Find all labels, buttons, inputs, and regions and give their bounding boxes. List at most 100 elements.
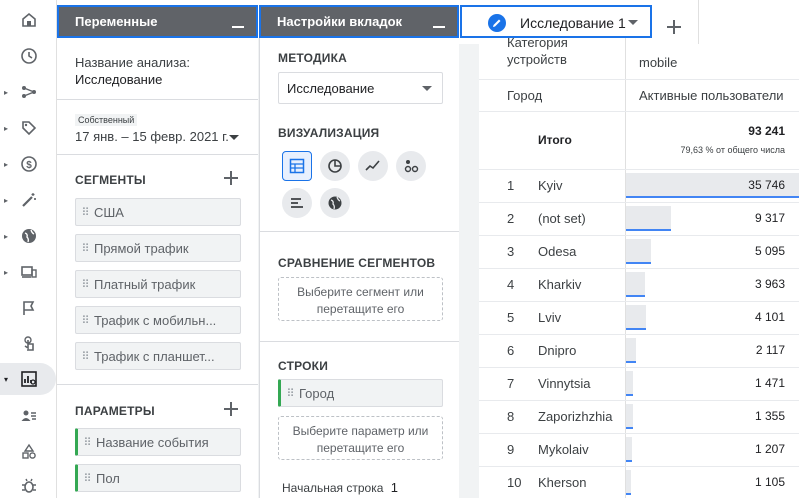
segment-drop-zone[interactable]: Выберите сегмент или перетащите его (278, 277, 443, 321)
segment-chip[interactable]: ⠿ Трафик с планшет... (75, 342, 241, 370)
city-cell: Kharkiv (538, 277, 582, 292)
rail-acquisition[interactable]: ▸ (0, 76, 57, 108)
variables-panel: Название анализа: Исследование Собственн… (57, 38, 258, 498)
drag-handle-icon[interactable]: ⠿ (281, 387, 299, 400)
segment-chip[interactable]: ⠿ США (75, 198, 241, 226)
scatter-viz-button[interactable] (396, 151, 426, 181)
divider (260, 341, 459, 342)
drag-handle-icon[interactable]: ⠿ (76, 350, 94, 363)
rail-tech[interactable]: ▸ (0, 256, 57, 288)
table-row[interactable]: 4 Kharkiv 3 963 (479, 269, 799, 302)
drag-handle-icon[interactable]: ⠿ (76, 314, 94, 327)
table-viz-button[interactable] (282, 151, 312, 181)
svg-text:$: $ (26, 160, 32, 171)
expand-caret-icon: ▸ (3, 87, 8, 97)
globe-icon (328, 196, 342, 210)
drag-handle-icon[interactable]: ⠿ (78, 436, 96, 449)
drag-handle-icon[interactable]: ⠿ (76, 206, 94, 219)
drag-handle-icon[interactable]: ⠿ (76, 278, 94, 291)
rail-demographics[interactable]: ▸ (0, 220, 57, 252)
variables-panel-header[interactable]: Переменные (57, 5, 258, 38)
rail-monetization[interactable]: ▸ $ (0, 148, 57, 180)
variables-panel-title: Переменные (75, 14, 158, 29)
rail-retention[interactable]: ▸ (0, 184, 57, 216)
start-row-input[interactable]: 1 (391, 480, 398, 495)
geo-map-viz-button[interactable] (320, 188, 350, 218)
rail-events[interactable] (0, 292, 57, 324)
bar-chart-viz-button[interactable] (282, 188, 312, 218)
line-chart-viz-button[interactable] (358, 151, 388, 181)
value-bar (626, 437, 632, 462)
minimize-icon[interactable] (433, 26, 445, 28)
row-number: 10 (507, 475, 522, 490)
table-row[interactable]: 10 Kherson 1 105 (479, 467, 799, 498)
active-users-column-header[interactable]: Активные пользователи (639, 88, 784, 103)
value-bar (626, 272, 645, 297)
value-bar-underline (626, 262, 651, 264)
segment-label: США (94, 204, 124, 220)
expand-caret-icon: ▸ (3, 159, 8, 169)
tab-settings-panel-header[interactable]: Настройки вкладок (259, 5, 459, 38)
segment-chip[interactable]: ⠿ Прямой трафик (75, 234, 241, 262)
method-select[interactable]: Исследование (278, 72, 443, 104)
expand-caret-icon: ▸ (3, 195, 8, 205)
rail-audiences[interactable] (0, 400, 57, 432)
donut-viz-button[interactable] (320, 151, 350, 181)
segment-chip[interactable]: ⠿ Трафик с мобильн... (75, 306, 241, 334)
rail-reports-snapshot[interactable] (0, 40, 57, 72)
value-bar-underline (626, 328, 646, 330)
minimize-icon[interactable] (232, 26, 244, 28)
table-row[interactable]: 5 Lviv 4 101 (479, 302, 799, 335)
rail-debug[interactable] (0, 470, 57, 498)
value-bar (626, 470, 631, 495)
analysis-name-input[interactable]: Исследование (75, 72, 162, 87)
table-row[interactable]: 6 Dnipro 2 117 (479, 335, 799, 368)
tab-settings-panel-title: Настройки вкладок (277, 14, 403, 29)
add-parameter-plus-icon[interactable] (224, 402, 238, 416)
rail-configure[interactable] (0, 436, 57, 468)
flow-icon (22, 86, 36, 98)
dollar-icon: $ (21, 156, 37, 172)
drag-handle-icon[interactable]: ⠿ (78, 472, 96, 485)
start-row-label: Начальная строка 1 (282, 480, 398, 495)
table-row[interactable]: 9 Mykolaiv 1 207 (479, 434, 799, 467)
date-range-picker[interactable]: 17 янв. – 15 февр. 2021 г. (75, 129, 245, 144)
segment-chip[interactable]: ⠿ Платный трафик (75, 270, 241, 298)
free-form-table: Категория устройств mobile Город Активны… (479, 38, 799, 498)
table-row[interactable]: 3 Odesa 5 095 (479, 236, 799, 269)
add-segment-plus-icon[interactable] (224, 171, 238, 185)
row-drop-zone[interactable]: Выберите параметр или перетащите его (278, 416, 443, 460)
city-cell: Kyiv (538, 178, 563, 193)
rail-engagement[interactable]: ▸ (0, 112, 57, 144)
line-chart-icon (365, 160, 380, 171)
table-row[interactable]: 7 Vinnytsia 1 471 (479, 368, 799, 401)
parameter-chip[interactable]: ⠿ Пол (75, 464, 241, 492)
dropdown-arrow-icon (422, 86, 432, 91)
add-tab-plus-icon[interactable] (667, 20, 681, 34)
expand-caret-icon: ▸ (3, 231, 8, 241)
city-column-header[interactable]: Город (507, 88, 542, 103)
row-dimension-label: Город (299, 385, 335, 401)
rail-home[interactable] (0, 4, 57, 36)
expand-caret-icon: ▾ (3, 374, 8, 384)
dropdown-arrow-icon (229, 135, 239, 140)
city-cell: Mykolaiv (538, 442, 589, 457)
parameter-chip[interactable]: ⠿ Название события (75, 428, 241, 456)
drag-handle-icon[interactable]: ⠿ (76, 242, 94, 255)
expand-caret-icon: ▸ (3, 267, 8, 277)
rail-explore[interactable]: ▾ (0, 363, 56, 395)
tag-icon (22, 121, 37, 136)
table-row[interactable]: 1 Kyiv 35 746 (479, 170, 799, 203)
row-dimension-chip[interactable]: ⠿ Город (278, 379, 443, 407)
scatter-chart-icon (404, 160, 419, 173)
table-row[interactable]: 8 Zaporizhzhia 1 355 (479, 401, 799, 434)
table-row[interactable]: 2 (not set) 9 317 (479, 203, 799, 236)
city-cell: Kherson (538, 475, 587, 490)
rail-conversions[interactable] (0, 328, 57, 360)
total-label: Итого (538, 133, 572, 147)
active-users-cell: 1 355 (754, 409, 785, 423)
tab-menu-arrow-icon[interactable] (628, 20, 638, 25)
exploration-tab[interactable]: Исследование 1 (460, 5, 652, 38)
value-bar (626, 305, 646, 330)
rows-title: СТРОКИ (278, 359, 329, 373)
